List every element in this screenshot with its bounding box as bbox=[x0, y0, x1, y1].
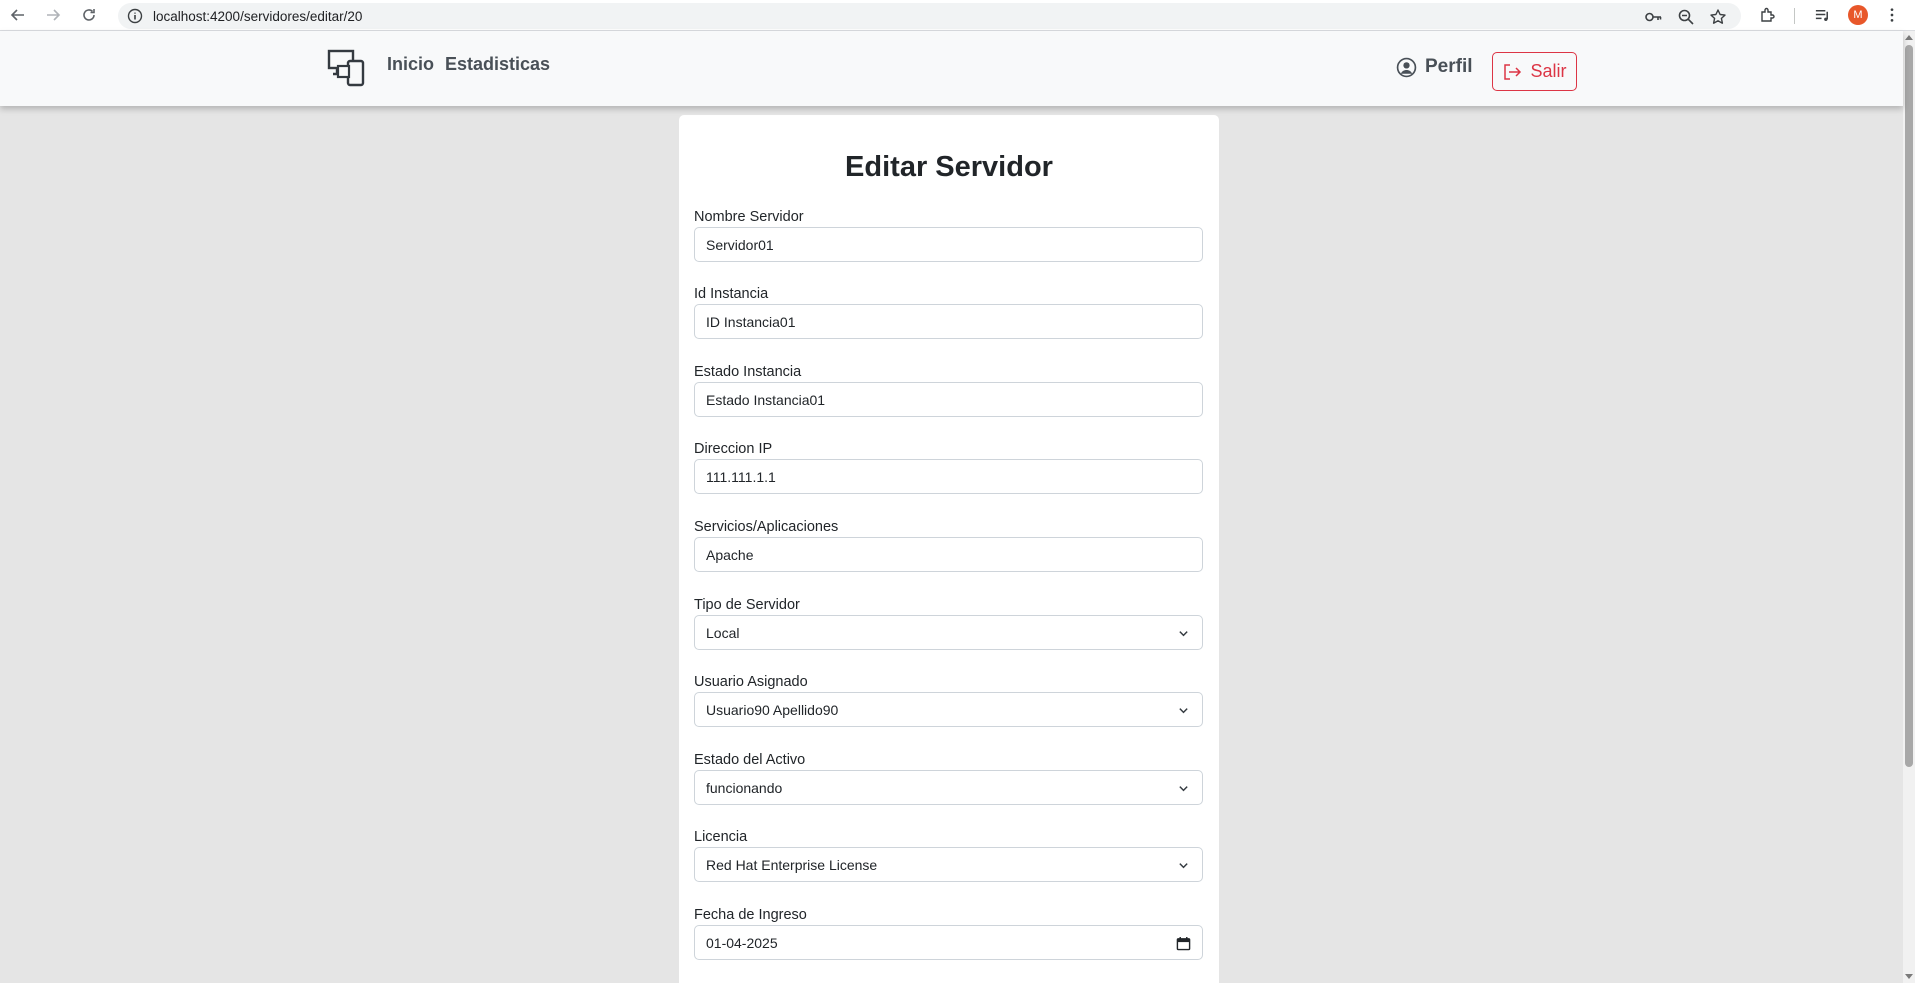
nombre-servidor-input[interactable]: Servidor01 bbox=[694, 227, 1203, 262]
media-icon[interactable] bbox=[1812, 4, 1832, 26]
toolbar-divider bbox=[1794, 8, 1795, 24]
select-value: Red Hat Enterprise License bbox=[706, 856, 878, 873]
perfil-link[interactable]: Perfil bbox=[1396, 51, 1473, 83]
nav-link-inicio[interactable]: Inicio bbox=[387, 54, 434, 75]
usuario-asignado-select[interactable]: Usuario90 Apellido90 bbox=[694, 692, 1203, 727]
reload-icon[interactable] bbox=[77, 3, 101, 27]
select-value: funcionando bbox=[706, 779, 783, 796]
field-label: Estado del Activo bbox=[694, 752, 806, 768]
field-label: Estado Instancia bbox=[694, 364, 802, 380]
field-fecha-ingreso: Fecha de Ingreso 01-04-2025 bbox=[694, 907, 1203, 960]
field-label: Licencia bbox=[694, 829, 748, 845]
date-value: 01-04-2025 bbox=[706, 934, 778, 951]
nav-link-estadisticas[interactable]: Estadisticas bbox=[445, 54, 550, 75]
field-label: Direccion IP bbox=[694, 441, 773, 457]
field-servicios-aplicaciones: Servicios/Aplicaciones Apache bbox=[694, 519, 1203, 572]
field-nombre-servidor: Nombre Servidor Servidor01 bbox=[694, 209, 1203, 262]
field-usuario-asignado: Usuario Asignado Usuario90 Apellido90 bbox=[694, 674, 1203, 727]
chevron-down-icon bbox=[1179, 631, 1188, 637]
scrollbar-thumb[interactable] bbox=[1905, 45, 1913, 767]
url-text: localhost:4200/servidores/editar/20 bbox=[153, 9, 363, 24]
browser-toolbar: localhost:4200/servidores/editar/20 M bbox=[0, 0, 1915, 31]
chevron-down-icon bbox=[1179, 786, 1188, 792]
field-label: Servicios/Aplicaciones bbox=[694, 519, 839, 535]
field-estado-instancia: Estado Instancia Estado Instancia01 bbox=[694, 364, 1203, 417]
zoom-icon[interactable] bbox=[1677, 8, 1695, 26]
select-value: Usuario90 Apellido90 bbox=[706, 701, 839, 718]
id-instancia-input[interactable]: ID Instancia01 bbox=[694, 304, 1203, 339]
field-label: Nombre Servidor bbox=[694, 209, 804, 225]
forward-icon[interactable] bbox=[41, 3, 65, 27]
menu-kebab-icon[interactable] bbox=[1882, 4, 1902, 26]
field-label: Usuario Asignado bbox=[694, 674, 808, 690]
calendar-icon[interactable] bbox=[1176, 936, 1191, 951]
site-info-icon[interactable] bbox=[127, 8, 143, 24]
servicios-aplicaciones-input[interactable]: Apache bbox=[694, 537, 1203, 572]
field-direccion-ip: Direccion IP 111.111.1.1 bbox=[694, 441, 1203, 494]
select-value: Local bbox=[706, 624, 740, 641]
key-icon[interactable] bbox=[1644, 8, 1662, 26]
field-estado-activo: Estado del Activo funcionando bbox=[694, 752, 1203, 805]
field-label: Tipo de Servidor bbox=[694, 597, 800, 613]
field-id-instancia: Id Instancia ID Instancia01 bbox=[694, 286, 1203, 339]
salir-button[interactable]: Salir bbox=[1492, 52, 1577, 91]
chevron-down-icon bbox=[1179, 708, 1188, 714]
app-navbar: Inicio Estadisticas Perfil Salir bbox=[0, 31, 1903, 106]
scroll-up-arrow-icon[interactable] bbox=[1905, 35, 1913, 40]
direccion-ip-input[interactable]: 111.111.1.1 bbox=[694, 459, 1203, 494]
devices-logo-icon[interactable] bbox=[327, 49, 367, 87]
field-label: Id Instancia bbox=[694, 286, 769, 302]
estado-activo-select[interactable]: funcionando bbox=[694, 770, 1203, 805]
tipo-servidor-select[interactable]: Local bbox=[694, 615, 1203, 650]
field-label: Fecha de Ingreso bbox=[694, 907, 807, 923]
chevron-down-icon bbox=[1179, 863, 1188, 869]
estado-instancia-input[interactable]: Estado Instancia01 bbox=[694, 382, 1203, 417]
field-licencia: Licencia Red Hat Enterprise License bbox=[694, 829, 1203, 882]
back-icon[interactable] bbox=[6, 3, 30, 27]
fecha-ingreso-input[interactable]: 01-04-2025 bbox=[694, 925, 1203, 960]
logout-icon bbox=[1504, 63, 1522, 80]
page-title: Editar Servidor bbox=[845, 151, 1053, 183]
field-tipo-servidor: Tipo de Servidor Local bbox=[694, 597, 1203, 650]
user-circle-icon bbox=[1396, 57, 1417, 77]
star-icon[interactable] bbox=[1709, 8, 1727, 26]
licencia-select[interactable]: Red Hat Enterprise License bbox=[694, 847, 1203, 882]
extensions-icon[interactable] bbox=[1758, 4, 1778, 26]
scroll-down-arrow-icon[interactable] bbox=[1905, 974, 1913, 979]
perfil-label: Perfil bbox=[1425, 56, 1473, 77]
profile-avatar[interactable]: M bbox=[1848, 5, 1868, 25]
address-bar[interactable]: localhost:4200/servidores/editar/20 bbox=[118, 3, 1741, 29]
edit-server-card: Editar Servidor Nombre Servidor Servidor… bbox=[679, 115, 1219, 983]
page-scrollbar[interactable] bbox=[1903, 31, 1915, 983]
salir-label: Salir bbox=[1530, 61, 1567, 81]
